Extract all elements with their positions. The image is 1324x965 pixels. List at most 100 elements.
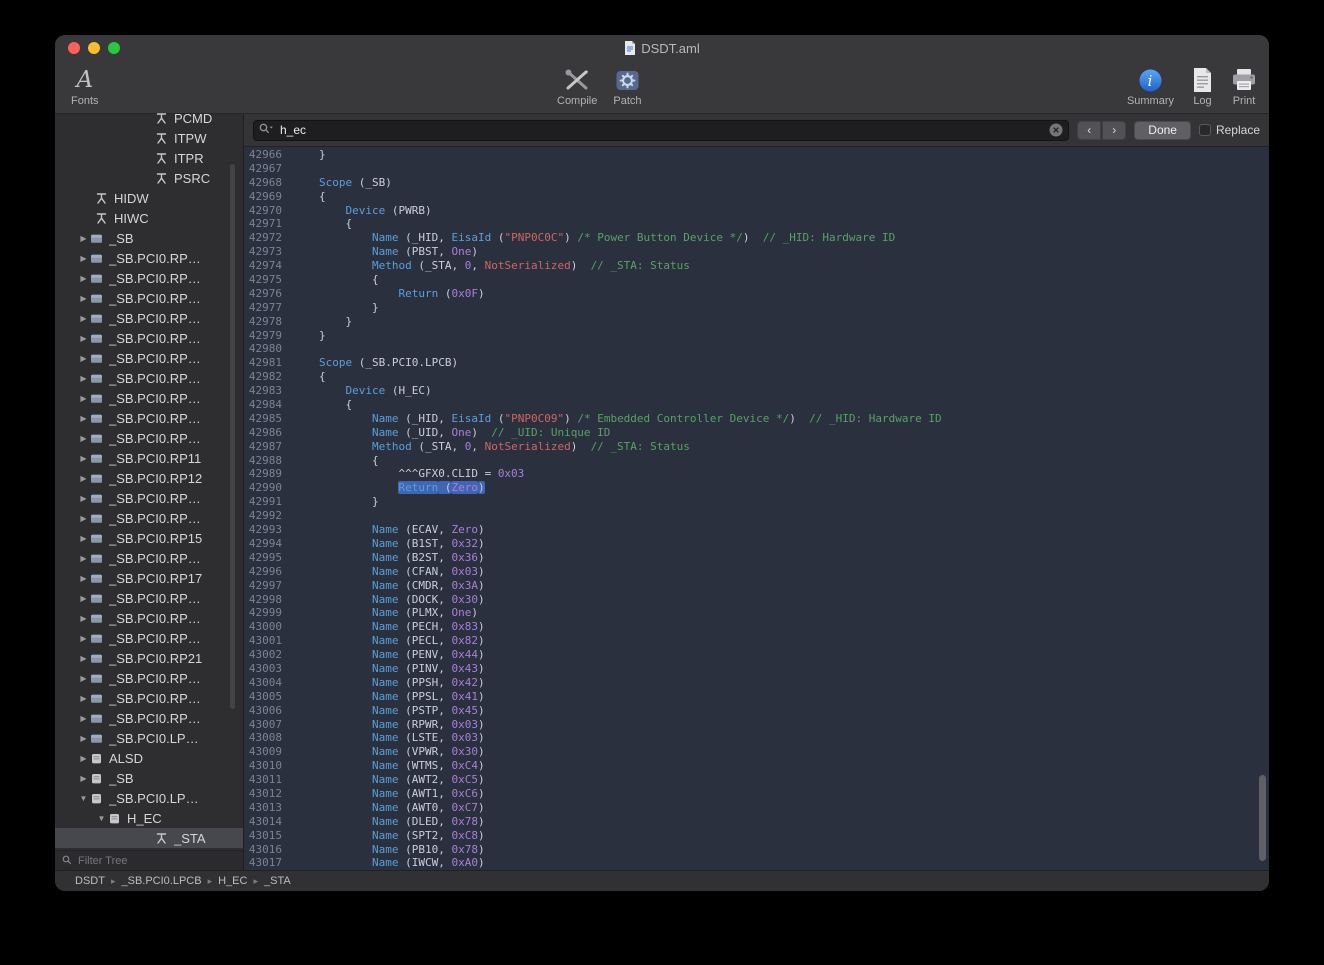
tree-item-_sb-pci0-lp[interactable]: ▼_SB.PCI0.LP… — [55, 788, 243, 808]
code-line[interactable]: 42992 — [244, 509, 1269, 523]
code-line[interactable]: 42972 Name (_HID, EisaId ("PNP0C0C") /* … — [244, 231, 1269, 245]
disclosure-triangle-icon[interactable]: ▶ — [77, 554, 90, 563]
log-button[interactable]: Log — [1192, 66, 1213, 107]
tree-item-_sb-pci0-rp[interactable]: ▶_SB.PCI0.RP… — [55, 708, 243, 728]
breadcrumb-item[interactable]: DSDT — [75, 875, 105, 887]
code-line[interactable]: 43008 Name (LSTE, 0x03) — [244, 731, 1269, 745]
code-line[interactable]: 42968Scope (_SB) — [244, 176, 1269, 190]
compile-button[interactable]: Compile — [557, 66, 597, 107]
disclosure-triangle-icon[interactable]: ▶ — [77, 614, 90, 623]
summary-button[interactable]: i Summary — [1127, 66, 1174, 107]
disclosure-triangle-icon[interactable]: ▶ — [77, 274, 90, 283]
code-line[interactable]: 42998 Name (DOCK, 0x30) — [244, 593, 1269, 607]
done-button[interactable]: Done — [1134, 121, 1191, 140]
filter-tree-input[interactable] — [76, 854, 236, 868]
disclosure-triangle-icon[interactable]: ▶ — [77, 254, 90, 263]
find-field[interactable] — [253, 120, 1069, 141]
editor-scrollbar[interactable] — [1259, 775, 1266, 861]
disclosure-triangle-icon[interactable]: ▶ — [77, 654, 90, 663]
code-line[interactable]: 43006 Name (PSTP, 0x45) — [244, 704, 1269, 718]
disclosure-triangle-icon[interactable]: ▶ — [77, 334, 90, 343]
sidebar-scrollbar[interactable] — [230, 164, 235, 709]
tree-item-_sb-pci0-rp15[interactable]: ▶_SB.PCI0.RP15 — [55, 528, 243, 548]
code-line[interactable]: 42975 { — [244, 273, 1269, 287]
fonts-button[interactable]: A Fonts — [71, 66, 99, 107]
code-line[interactable]: 43007 Name (RPWR, 0x03) — [244, 718, 1269, 732]
code-line[interactable]: 42976 Return (0x0F) — [244, 287, 1269, 301]
disclosure-triangle-icon[interactable]: ▶ — [77, 594, 90, 603]
tree-item-_sb-pci0-rp[interactable]: ▶_SB.PCI0.RP… — [55, 548, 243, 568]
disclosure-triangle-icon[interactable]: ▶ — [77, 734, 90, 743]
code-line[interactable]: 43003 Name (PINV, 0x43) — [244, 662, 1269, 676]
tree-item-_sb-pci0-rp[interactable]: ▶_SB.PCI0.RP… — [55, 508, 243, 528]
code-line[interactable]: 43013 Name (AWT0, 0xC7) — [244, 801, 1269, 815]
code-line[interactable]: 42978 } — [244, 315, 1269, 329]
code-line[interactable]: 42974 Method (_STA, 0, NotSerialized) //… — [244, 259, 1269, 273]
code-line[interactable]: 42969{ — [244, 190, 1269, 204]
tree-item-psrc[interactable]: PSRC — [55, 168, 243, 188]
tree-item-_sb-pci0-rp21[interactable]: ▶_SB.PCI0.RP21 — [55, 648, 243, 668]
disclosure-triangle-icon[interactable]: ▶ — [77, 434, 90, 443]
titlebar[interactable]: DSDT.aml — [55, 35, 1269, 61]
tree-item-pcmd[interactable]: PCMD — [55, 108, 243, 128]
tree-item-_sb-pci0-lp[interactable]: ▶_SB.PCI0.LP… — [55, 728, 243, 748]
breadcrumb-item[interactable]: _SB.PCI0.LPCB — [121, 875, 201, 887]
code-line[interactable]: 42994 Name (B1ST, 0x32) — [244, 537, 1269, 551]
tree-item-_sb[interactable]: ▶_SB — [55, 228, 243, 248]
code-line[interactable]: 42990 Return (Zero) — [244, 481, 1269, 495]
code-line[interactable]: 43012 Name (AWT1, 0xC6) — [244, 787, 1269, 801]
code-line[interactable]: 42995 Name (B2ST, 0x36) — [244, 551, 1269, 565]
tree-item-itpw[interactable]: ITPW — [55, 128, 243, 148]
tree-item-_sb-pci0-rp[interactable]: ▶_SB.PCI0.RP… — [55, 288, 243, 308]
tree-item-_sb-pci0-rp[interactable]: ▶_SB.PCI0.RP… — [55, 488, 243, 508]
code-line[interactable]: 42993 Name (ECAV, Zero) — [244, 523, 1269, 537]
tree-item-alsd[interactable]: ▶ALSD — [55, 748, 243, 768]
tree-item-_sb-pci0-rp[interactable]: ▶_SB.PCI0.RP… — [55, 368, 243, 388]
disclosure-triangle-icon[interactable]: ▶ — [77, 774, 90, 783]
code-line[interactable]: 42977 } — [244, 301, 1269, 315]
breadcrumb-item[interactable]: H_EC — [218, 875, 247, 887]
disclosure-triangle-icon[interactable]: ▶ — [77, 694, 90, 703]
code-line[interactable]: 42967 — [244, 162, 1269, 176]
code-line[interactable]: 42987 Method (_STA, 0, NotSerialized) //… — [244, 440, 1269, 454]
close-button[interactable] — [68, 42, 80, 54]
disclosure-triangle-icon[interactable]: ▶ — [77, 354, 90, 363]
find-next-button[interactable]: › — [1102, 121, 1126, 140]
disclosure-triangle-icon[interactable]: ▶ — [77, 374, 90, 383]
tree-item-_sb-pci0-rp11[interactable]: ▶_SB.PCI0.RP11 — [55, 448, 243, 468]
code-line[interactable]: 42983 Device (H_EC) — [244, 384, 1269, 398]
disclosure-triangle-icon[interactable]: ▶ — [77, 294, 90, 303]
disclosure-triangle-icon[interactable]: ▶ — [77, 714, 90, 723]
code-line[interactable]: 42981Scope (_SB.PCI0.LPCB) — [244, 356, 1269, 370]
disclosure-triangle-icon[interactable]: ▶ — [77, 414, 90, 423]
replace-checkbox[interactable] — [1199, 124, 1211, 136]
tree-item-_sb-pci0-rp[interactable]: ▶_SB.PCI0.RP… — [55, 308, 243, 328]
disclosure-triangle-icon[interactable]: ▼ — [95, 814, 108, 823]
disclosure-triangle-icon[interactable]: ▶ — [77, 474, 90, 483]
disclosure-triangle-icon[interactable]: ▶ — [77, 634, 90, 643]
disclosure-triangle-icon[interactable]: ▶ — [77, 674, 90, 683]
disclosure-triangle-icon[interactable]: ▶ — [77, 534, 90, 543]
disclosure-triangle-icon[interactable]: ▶ — [77, 234, 90, 243]
breadcrumb-item[interactable]: _STA — [264, 875, 291, 887]
disclosure-triangle-icon[interactable]: ▶ — [77, 394, 90, 403]
code-line[interactable]: 42996 Name (CFAN, 0x03) — [244, 565, 1269, 579]
code-line[interactable]: 42971 { — [244, 217, 1269, 231]
search-scope-icon[interactable] — [259, 121, 274, 139]
tree-item-_sb-pci0-rp[interactable]: ▶_SB.PCI0.RP… — [55, 428, 243, 448]
tree-item-_sb-pci0-rp[interactable]: ▶_SB.PCI0.RP… — [55, 628, 243, 648]
tree-item-_sta[interactable]: _STA — [55, 828, 243, 848]
code-line[interactable]: 42980 — [244, 342, 1269, 356]
code-line[interactable]: 43017 Name (IWCW, 0xA0) — [244, 856, 1269, 870]
code-line[interactable]: 42982{ — [244, 370, 1269, 384]
tree-item-_sb[interactable]: ▶_SB — [55, 768, 243, 788]
minimize-button[interactable] — [88, 42, 100, 54]
code-line[interactable]: 43016 Name (PB10, 0x78) — [244, 843, 1269, 857]
tree-item-itpr[interactable]: ITPR — [55, 148, 243, 168]
code-line[interactable]: 43001 Name (PECL, 0x82) — [244, 634, 1269, 648]
code-line[interactable]: 43015 Name (SPT2, 0xC8) — [244, 829, 1269, 843]
tree-item-_sb-pci0-rp[interactable]: ▶_SB.PCI0.RP… — [55, 328, 243, 348]
disclosure-triangle-icon[interactable]: ▼ — [77, 794, 90, 803]
code-line[interactable]: 42999 Name (PLMX, One) — [244, 606, 1269, 620]
tree-item-_sb-pci0-rp[interactable]: ▶_SB.PCI0.RP… — [55, 388, 243, 408]
